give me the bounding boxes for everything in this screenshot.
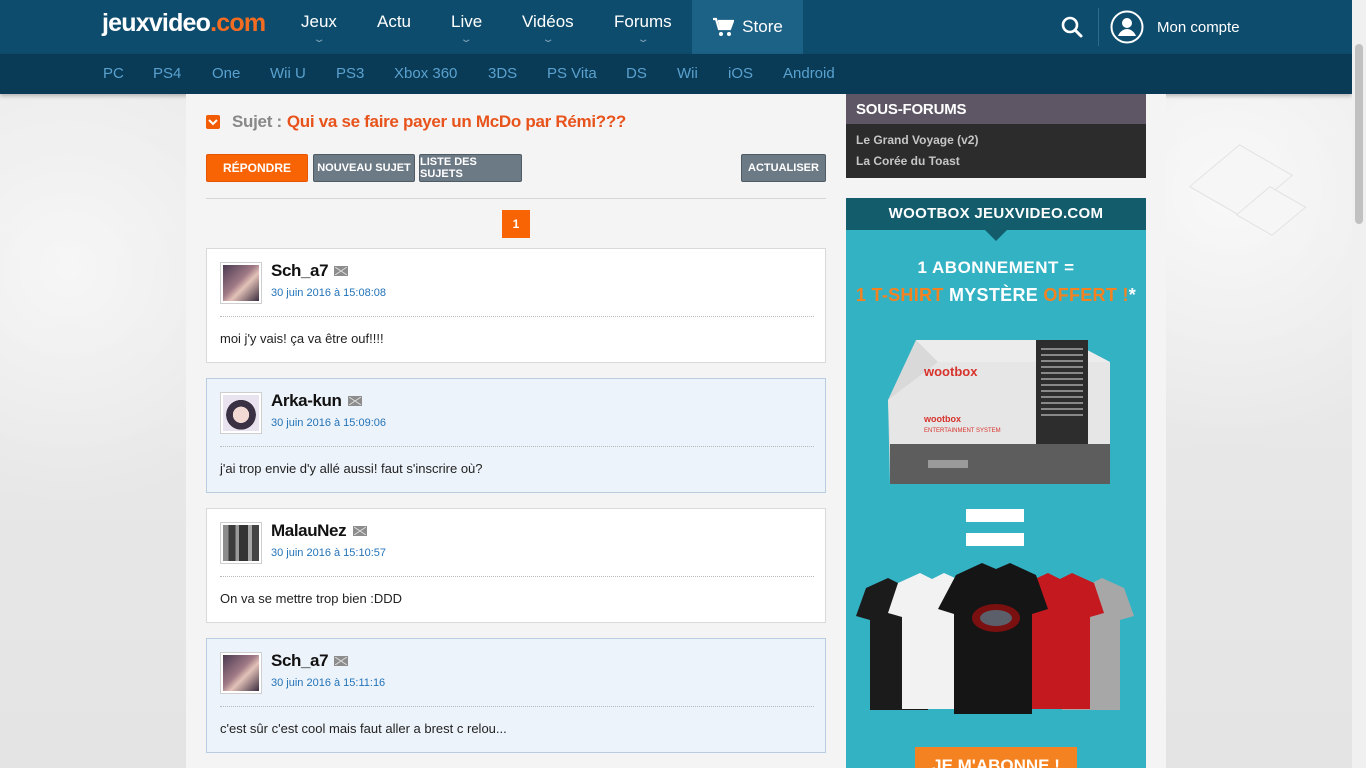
ad-divider	[966, 509, 1024, 522]
chevron-down-icon: ⌄	[459, 34, 474, 45]
avatar[interactable]	[220, 262, 262, 304]
account-button[interactable]: Mon compte	[1110, 10, 1240, 44]
post-date[interactable]: 30 juin 2016 à 15:08:08	[271, 287, 386, 299]
platform-link-ps3[interactable]: PS3	[336, 65, 364, 82]
nav-label: Vidéos	[522, 12, 574, 31]
post-message: moi j'y vais! ça va être ouf!!!!	[220, 331, 384, 346]
nav-videos[interactable]: Vidéos ⌄	[522, 0, 574, 54]
post-message: j'ai trop envie d'y allé aussi! faut s'i…	[220, 461, 483, 476]
mail-icon[interactable]	[353, 526, 367, 536]
platform-link-one[interactable]: One	[212, 65, 240, 82]
mail-icon[interactable]	[334, 656, 348, 666]
platform-link-pc[interactable]: PC	[103, 65, 124, 82]
divider	[220, 446, 814, 447]
forum-post: Sch_a7 30 juin 2016 à 15:11:16 c'est sûr…	[206, 638, 826, 753]
chevron-down-icon[interactable]	[206, 115, 220, 129]
nav-jeux[interactable]: Jeux ⌄	[301, 0, 337, 54]
platform-link-ps4[interactable]: PS4	[153, 65, 181, 82]
divider	[206, 198, 826, 199]
subject-label: Sujet :	[232, 112, 282, 131]
post-message: c'est sûr c'est cool mais faut aller a b…	[220, 721, 507, 736]
topic-title: Qui va se faire payer un McDo par Rémi??…	[286, 112, 626, 131]
search-icon[interactable]	[1060, 15, 1084, 39]
svg-text:wootbox: wootbox	[923, 364, 978, 379]
refresh-button[interactable]: ACTUALISER	[741, 154, 826, 182]
subscribe-button[interactable]: JE M'ABONNE !	[915, 747, 1077, 768]
post-message: On va se mettre trop bien :DDD	[220, 591, 403, 606]
post-date[interactable]: 30 juin 2016 à 15:11:16	[271, 677, 385, 689]
advertisement-banner[interactable]: WOOTBOX JEUXVIDEO.COM 1 ABONNEMENT = 1 T…	[846, 198, 1146, 768]
svg-text:wootbox: wootbox	[923, 414, 961, 424]
chevron-down-icon: ⌄	[636, 34, 650, 45]
platform-link-ds[interactable]: DS	[626, 65, 647, 82]
svg-text:ENTERTAINMENT SYSTEM: ENTERTAINMENT SYSTEM	[924, 428, 1001, 434]
platform-link-xbox360[interactable]: Xbox 360	[394, 65, 457, 82]
nav-label: Live	[451, 12, 483, 31]
divider	[220, 706, 814, 707]
divider	[220, 316, 814, 317]
nav-label: Forums	[614, 12, 672, 31]
forum-post: Sch_a7 30 juin 2016 à 15:08:08 moi j'y v…	[206, 248, 826, 363]
console-image: wootbox wootbox ENTERTAINMENT SYSTEM	[888, 340, 1110, 484]
reply-button[interactable]: RÉPONDRE	[206, 154, 308, 182]
subforums-list: Le Grand Voyage (v2) La Corée du Toast	[846, 124, 1146, 178]
post-author[interactable]: MalauNez	[271, 521, 347, 541]
platform-link-psvita[interactable]: PS Vita	[547, 65, 597, 82]
top-navigation-bar: jeuxvideo.com Jeux ⌄ Actu Live ⌄ Vidéos …	[0, 0, 1352, 54]
platform-link-wii[interactable]: Wii	[677, 65, 698, 82]
divider	[220, 576, 814, 577]
user-icon	[1110, 10, 1144, 44]
mail-icon[interactable]	[334, 266, 348, 276]
scrollbar-thumb[interactable]	[1355, 44, 1363, 224]
post-date[interactable]: 30 juin 2016 à 15:10:57	[271, 547, 386, 559]
mail-icon[interactable]	[348, 396, 362, 406]
subforum-link[interactable]: Le Grand Voyage (v2)	[856, 133, 978, 147]
forum-post: Arka-kun 30 juin 2016 à 15:09:06 j'ai tr…	[206, 378, 826, 493]
platform-link-3ds[interactable]: 3DS	[488, 65, 517, 82]
forum-post: MalauNez 30 juin 2016 à 15:10:57 On va s…	[206, 508, 826, 623]
nav-actu[interactable]: Actu	[377, 0, 411, 54]
post-author[interactable]: Sch_a7	[271, 651, 329, 671]
avatar[interactable]	[220, 522, 262, 564]
ad-divider	[966, 533, 1024, 546]
new-topic-button[interactable]: NOUVEAU SUJET	[313, 154, 415, 182]
nav-live[interactable]: Live ⌄	[451, 0, 482, 54]
avatar[interactable]	[220, 392, 262, 434]
chevron-down-icon: ⌄	[312, 34, 326, 45]
ad-header: WOOTBOX JEUXVIDEO.COM	[846, 198, 1146, 230]
page-number-current[interactable]: 1	[502, 210, 530, 238]
store-label: Store	[742, 17, 783, 36]
platform-link-android[interactable]: Android	[783, 65, 835, 82]
nav-forums[interactable]: Forums ⌄	[614, 0, 672, 54]
post-author[interactable]: Sch_a7	[271, 261, 329, 281]
nav-label: Jeux	[301, 12, 337, 31]
platform-link-wiiu[interactable]: Wii U	[270, 65, 306, 82]
site-logo[interactable]: jeuxvideo.com	[102, 9, 266, 38]
ad-notch	[985, 230, 1007, 241]
topic-list-button[interactable]: LISTE DES SUJETS	[419, 154, 522, 182]
platform-bar: PC PS4 One Wii U PS3 Xbox 360 3DS PS Vit…	[0, 54, 1352, 94]
account-label: Mon compte	[1157, 18, 1240, 36]
post-author[interactable]: Arka-kun	[271, 391, 342, 411]
store-button[interactable]: Store	[692, 0, 803, 54]
cart-icon	[713, 17, 735, 36]
avatar[interactable]	[220, 652, 262, 694]
ad-subheadline: 1 T-SHIRT MYSTÈRE OFFERT !*	[855, 285, 1137, 305]
tshirts-image	[856, 563, 1134, 714]
topic-heading: Sujet : Qui va se faire payer un McDo pa…	[206, 112, 626, 132]
chevron-down-icon: ⌄	[541, 34, 555, 45]
divider	[1098, 8, 1099, 46]
subforum-link[interactable]: La Corée du Toast	[856, 154, 960, 168]
subforums-title: SOUS-FORUMS	[846, 94, 1146, 124]
post-date[interactable]: 30 juin 2016 à 15:09:06	[271, 417, 386, 429]
nav-label: Actu	[377, 12, 412, 31]
ad-headline: 1 ABONNEMENT =	[917, 258, 1075, 277]
platform-link-ios[interactable]: iOS	[728, 65, 753, 82]
